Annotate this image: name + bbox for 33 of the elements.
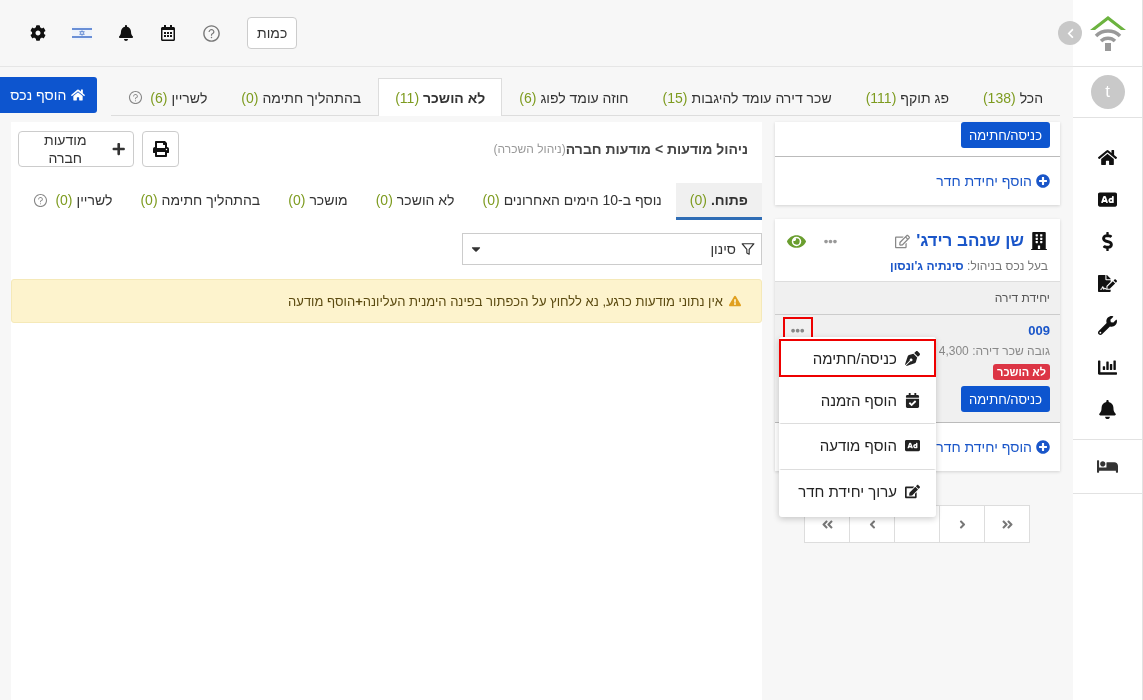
tab-count: (11) — [395, 89, 420, 106]
section-title: יחידת דירה — [775, 281, 1060, 315]
tab-label: בהתהליך חתימה — [262, 89, 362, 106]
tab-label: לשריין — [76, 192, 113, 208]
tab-count: (6) — [519, 89, 537, 106]
owner-line: בעל נכס בניהול: סינתיה ג'ונסון — [889, 259, 1048, 273]
tab-label: מושכר — [309, 192, 348, 208]
tab-count: (0) — [55, 192, 73, 208]
alert-text: אין נתוני מודעות כרגע, נא ללחוץ על הכפתור בפינה הימנית העליונה+הוסף מודעה — [288, 293, 723, 309]
tab-count: (111) — [865, 89, 897, 106]
tab-label: לא הושכר — [423, 89, 486, 106]
tab-count: (0) — [140, 192, 158, 208]
tab-label: שכר דירה עומד להיגבות — [691, 89, 832, 106]
breadcrumb-note: (ניהול השכרה) — [493, 142, 566, 156]
tab-count: (0) — [288, 192, 306, 208]
status-badge: לא הושכר — [993, 364, 1050, 380]
tab-count: (0) — [375, 192, 393, 208]
tab-count: (0) — [241, 89, 259, 106]
tab-label: לא הושכר — [396, 192, 455, 208]
tab-count: (0) — [482, 192, 500, 208]
tab-label: פג תוקף — [900, 89, 949, 106]
tab-count: (0) — [689, 192, 707, 208]
tab-count: (6) — [150, 89, 168, 106]
tab-count: (138) — [982, 89, 1016, 106]
tab-label: הכל — [1019, 89, 1043, 106]
tab-label: חוזה עומד לפוג — [540, 89, 629, 106]
breadcrumb: ניהול מודעות > מודעות חברה — [565, 141, 748, 157]
tab-label: לשריין — [171, 89, 208, 106]
tab-label: פתוח. — [710, 192, 748, 208]
tab-label: בהתהליך חתימה — [161, 192, 261, 208]
tab-count: (15) — [662, 89, 688, 106]
filter-placeholder: סינון — [710, 241, 736, 257]
tab-label: נוסף ב-10 הימים האחרונים — [503, 192, 662, 208]
